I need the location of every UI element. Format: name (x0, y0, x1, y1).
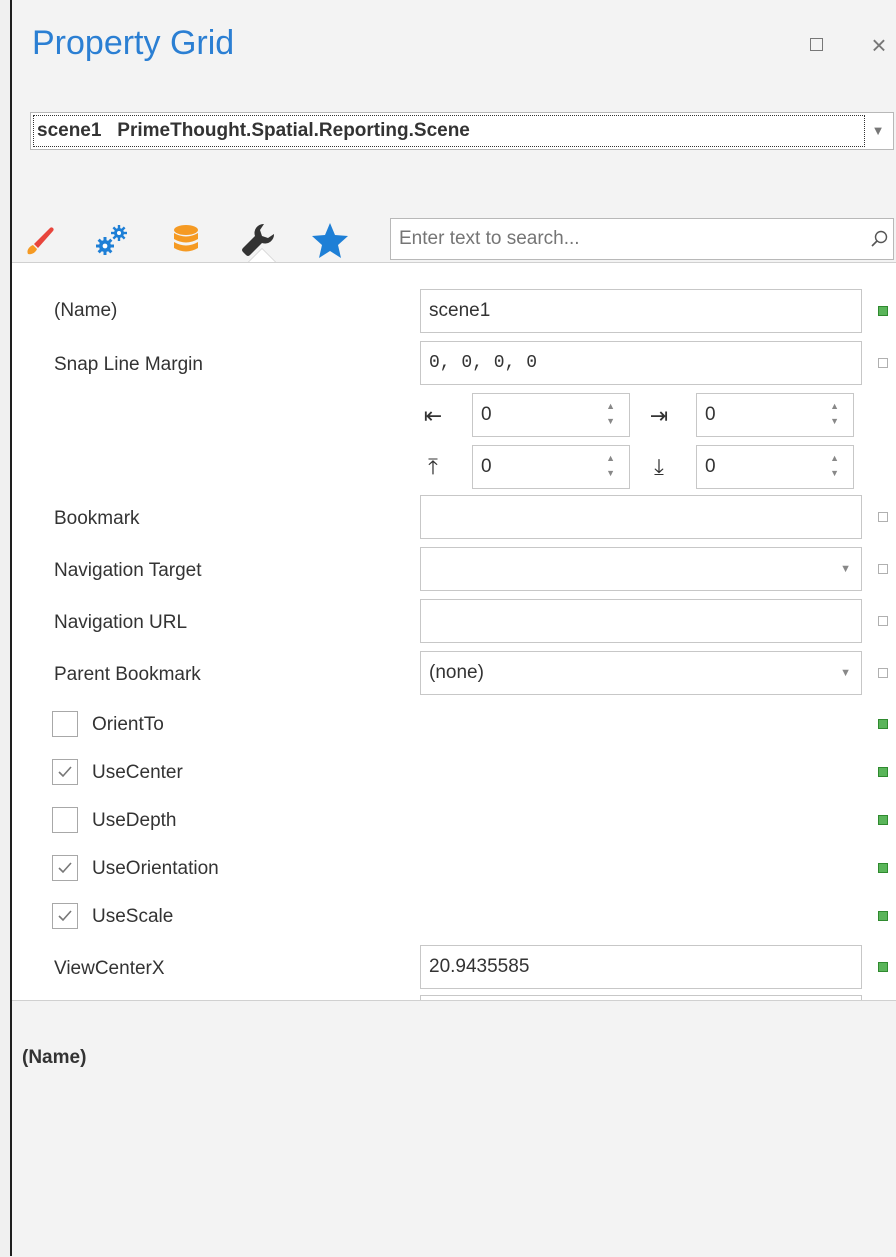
margin-left-spinner[interactable]: 0 ▲ ▼ (472, 393, 630, 437)
snap-line-margin-field[interactable]: 0, 0, 0, 0 (420, 341, 862, 385)
property-row-bookmark: Bookmark (12, 493, 896, 545)
margin-left-value: 0 (481, 404, 492, 425)
search-input[interactable] (391, 219, 841, 259)
spinner-arrows-icon[interactable]: ▲ ▼ (830, 399, 839, 429)
align-right-icon: ⇥ (649, 403, 669, 428)
navigation-target-select[interactable]: ▼ (420, 547, 862, 591)
orient-to-checkbox[interactable] (52, 711, 78, 737)
property-grid-panel: Property Grid × scene1 PrimeThought.Spat… (10, 0, 896, 1257)
star-icon[interactable] (310, 220, 350, 260)
modified-marker (878, 767, 888, 777)
property-row-name: (Name) scene1 (12, 285, 896, 337)
window-title: Property Grid (32, 24, 235, 62)
align-bottom-icon: ⤓ (654, 454, 664, 479)
checkbox-label: UseOrientation (92, 858, 219, 879)
property-row-view-center-x: ViewCenterX 20.9435585 (12, 943, 896, 995)
default-marker (878, 358, 888, 368)
navigation-url-field[interactable] (420, 599, 862, 643)
chevron-down-icon[interactable]: ▼ (840, 652, 851, 694)
name-field[interactable]: scene1 (420, 289, 862, 333)
property-row-use-orientation: UseOrientation (12, 843, 896, 895)
checkbox-label: UseScale (92, 906, 174, 927)
default-marker (878, 616, 888, 626)
object-selector-value: scene1 PrimeThought.Spatial.Reporting.Sc… (33, 115, 865, 147)
property-label: Navigation Target (54, 560, 202, 581)
property-row-use-depth: UseDepth (12, 795, 896, 847)
description-title: (Name) (22, 1047, 87, 1068)
database-icon[interactable] (166, 220, 206, 260)
object-selector[interactable]: scene1 PrimeThought.Spatial.Reporting.Sc… (30, 112, 894, 150)
use-orientation-checkbox[interactable] (52, 855, 78, 881)
modified-marker (878, 863, 888, 873)
margin-top-spinner[interactable]: 0 ▲ ▼ (472, 445, 630, 489)
chevron-down-icon[interactable]: ▼ (840, 548, 851, 590)
property-list: (Name) scene1 Snap Line Margin 0, 0, 0, … (12, 263, 896, 1000)
checkbox-label: UseDepth (92, 810, 177, 831)
spinner-arrows-icon[interactable]: ▲ ▼ (830, 451, 839, 481)
property-label: Snap Line Margin (54, 354, 203, 375)
modified-marker (878, 962, 888, 972)
modified-marker (878, 719, 888, 729)
use-depth-checkbox[interactable] (52, 807, 78, 833)
modified-marker (878, 911, 888, 921)
brush-icon[interactable] (20, 220, 60, 260)
active-tab-indicator (248, 248, 276, 262)
maximize-icon (810, 38, 823, 51)
property-row-navigation-target: Navigation Target ▼ (12, 545, 896, 597)
property-row-navigation-url: Navigation URL (12, 597, 896, 649)
modified-marker (878, 306, 888, 316)
align-left-icon: ⇤ (423, 403, 443, 428)
search-box[interactable] (390, 218, 894, 260)
property-row-use-center: UseCenter (12, 747, 896, 799)
margin-right-value: 0 (705, 404, 716, 425)
description-panel: (Name) (12, 1000, 896, 1257)
checkmark-icon (58, 862, 72, 874)
margin-top-value: 0 (481, 456, 492, 477)
parent-bookmark-value: (none) (429, 662, 484, 683)
property-label: ViewCenterX (54, 958, 165, 979)
gears-icon[interactable] (92, 220, 132, 260)
checkmark-icon (58, 910, 72, 922)
maximize-button[interactable] (806, 34, 828, 56)
checkmark-icon (58, 766, 72, 778)
default-marker (878, 564, 888, 574)
spinner-arrows-icon[interactable]: ▲ ▼ (606, 451, 615, 481)
view-center-x-field[interactable]: 20.9435585 (420, 945, 862, 989)
chevron-down-icon[interactable]: ▼ (863, 113, 893, 149)
property-row-orient-to: OrientTo (12, 699, 896, 751)
margin-right-spinner[interactable]: 0 ▲ ▼ (696, 393, 854, 437)
header-area: Property Grid × scene1 PrimeThought.Spat… (12, 0, 896, 262)
close-button[interactable]: × (868, 32, 890, 58)
bookmark-field[interactable] (420, 495, 862, 539)
close-icon: × (871, 30, 887, 60)
checkbox-label: UseCenter (92, 762, 183, 783)
default-marker (878, 512, 888, 522)
property-label: Bookmark (54, 508, 140, 529)
property-label: Parent Bookmark (54, 664, 201, 685)
modified-marker (878, 815, 888, 825)
property-label: Navigation URL (54, 612, 188, 633)
property-row-parent-bookmark: Parent Bookmark (none) ▼ (12, 649, 896, 701)
use-center-checkbox[interactable] (52, 759, 78, 785)
spinner-arrows-icon[interactable]: ▲ ▼ (606, 399, 615, 429)
align-top-icon: ⤒ (428, 454, 438, 479)
margin-bottom-value: 0 (705, 456, 716, 477)
parent-bookmark-select[interactable]: (none) ▼ (420, 651, 862, 695)
use-scale-checkbox[interactable] (52, 903, 78, 929)
property-row-use-scale: UseScale (12, 891, 896, 943)
search-icon[interactable] (869, 229, 889, 249)
property-label: (Name) (54, 300, 118, 321)
default-marker (878, 668, 888, 678)
margin-bottom-spinner[interactable]: 0 ▲ ▼ (696, 445, 854, 489)
property-row-snap-line-margin: Snap Line Margin 0, 0, 0, 0 (12, 337, 896, 389)
checkbox-label: OrientTo (92, 714, 164, 735)
